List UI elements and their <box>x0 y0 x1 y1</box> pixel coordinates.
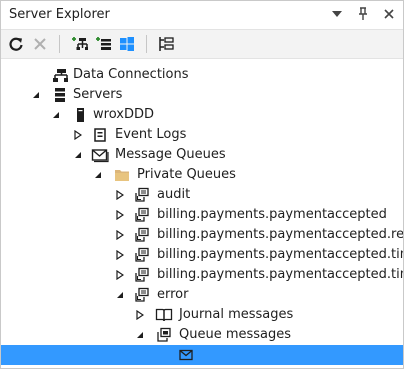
tree-item-queue[interactable]: audit <box>1 185 403 205</box>
collapsed-arrow-icon[interactable] <box>115 185 125 205</box>
tree-item-queue-error[interactable]: error <box>1 285 403 305</box>
tree-item-label: audit <box>157 187 191 202</box>
server-stack-icon <box>51 86 69 104</box>
expanded-arrow-icon[interactable] <box>51 105 61 125</box>
tree-item-server-wroxddd[interactable]: wroxDDD <box>1 105 403 125</box>
connect-database-icon[interactable] <box>70 35 88 53</box>
collapsed-arrow-icon[interactable] <box>115 225 125 245</box>
tree-item-queue[interactable]: billing.payments.paymentaccepted.timeout… <box>1 245 403 265</box>
tree-item-journal-messages[interactable]: Journal messages <box>1 305 403 325</box>
event-log-icon <box>91 126 109 144</box>
toolbar-separator <box>59 35 60 53</box>
tree-item-label: Queue messages <box>179 327 292 342</box>
queue-messages-icon <box>155 326 173 344</box>
envelope-icon <box>177 346 195 364</box>
toolbar <box>1 30 403 59</box>
tree-item-data-connections[interactable]: Data Connections <box>1 65 403 85</box>
message-queue-icon <box>133 266 151 284</box>
tree-item-queue[interactable]: billing.payments.paymentaccepted.retries <box>1 225 403 245</box>
properties-icon[interactable] <box>157 35 175 53</box>
tree-item-label: Servers <box>73 87 123 102</box>
panel-title: Server Explorer <box>9 7 110 22</box>
expanded-arrow-icon[interactable] <box>31 85 41 105</box>
title-bar: Server Explorer <box>1 1 403 30</box>
tree-item-label: error <box>157 287 189 302</box>
chevron-down-icon[interactable] <box>329 5 345 23</box>
message-queue-icon <box>133 246 151 264</box>
collapsed-arrow-icon[interactable] <box>115 205 125 225</box>
tree-item-message-selected[interactable] <box>1 345 403 365</box>
collapsed-arrow-icon[interactable] <box>115 245 125 265</box>
refresh-icon[interactable] <box>7 35 25 53</box>
tree-item-label: Journal messages <box>179 307 294 322</box>
expanded-arrow-icon[interactable] <box>135 325 145 345</box>
tree-item-label: Data Connections <box>73 67 189 82</box>
message-queue-icon <box>133 286 151 304</box>
message-queue-icon <box>133 186 151 204</box>
toolbar-separator <box>146 35 147 53</box>
tree-item-servers[interactable]: Servers <box>1 85 403 105</box>
database-connection-icon <box>51 66 69 84</box>
tree-item-label: wroxDDD <box>93 107 154 122</box>
collapsed-arrow-icon[interactable] <box>115 265 125 285</box>
tree-item-queue[interactable]: billing.payments.paymentaccepted <box>1 205 403 225</box>
computer-tower-icon <box>71 106 89 124</box>
tree-item-queue-messages[interactable]: Queue messages <box>1 325 403 345</box>
message-queues-icon <box>91 146 109 164</box>
pin-icon[interactable] <box>355 5 371 23</box>
message-queue-icon <box>133 226 151 244</box>
windows-azure-icon[interactable] <box>118 35 136 53</box>
tree-item-queue[interactable]: billing.payments.paymentaccepted.timeout… <box>1 265 403 285</box>
collapsed-arrow-icon[interactable] <box>135 305 145 325</box>
tree-item-event-logs[interactable]: Event Logs <box>1 125 403 145</box>
folder-icon <box>113 166 131 184</box>
close-icon[interactable] <box>381 5 397 23</box>
connect-server-icon[interactable] <box>94 35 112 53</box>
expanded-arrow-icon[interactable] <box>73 145 83 165</box>
server-tree: Data Connections Servers wroxDDD Event L… <box>1 61 403 368</box>
journal-book-icon <box>155 306 173 324</box>
message-queue-icon <box>133 206 151 224</box>
tree-item-label: billing.payments.paymentaccepted.retries <box>157 227 404 242</box>
stop-icon[interactable] <box>31 35 49 53</box>
tree-item-label: billing.payments.paymentaccepted.timeout… <box>157 267 403 282</box>
server-explorer-panel: Server Explorer Data Connections Servers… <box>0 0 404 369</box>
tree-item-label: Private Queues <box>137 167 236 182</box>
expanded-arrow-icon[interactable] <box>93 165 103 185</box>
tree-item-label: billing.payments.paymentaccepted <box>157 207 387 222</box>
tree-item-label: billing.payments.paymentaccepted.timeout… <box>157 247 403 262</box>
expanded-arrow-icon[interactable] <box>115 285 125 305</box>
tree-item-message-queues[interactable]: Message Queues <box>1 145 403 165</box>
tree-item-private-queues[interactable]: Private Queues <box>1 165 403 185</box>
tree-item-label: Event Logs <box>115 127 187 142</box>
tree-item-label: Message Queues <box>115 147 226 162</box>
collapsed-arrow-icon[interactable] <box>73 125 83 145</box>
